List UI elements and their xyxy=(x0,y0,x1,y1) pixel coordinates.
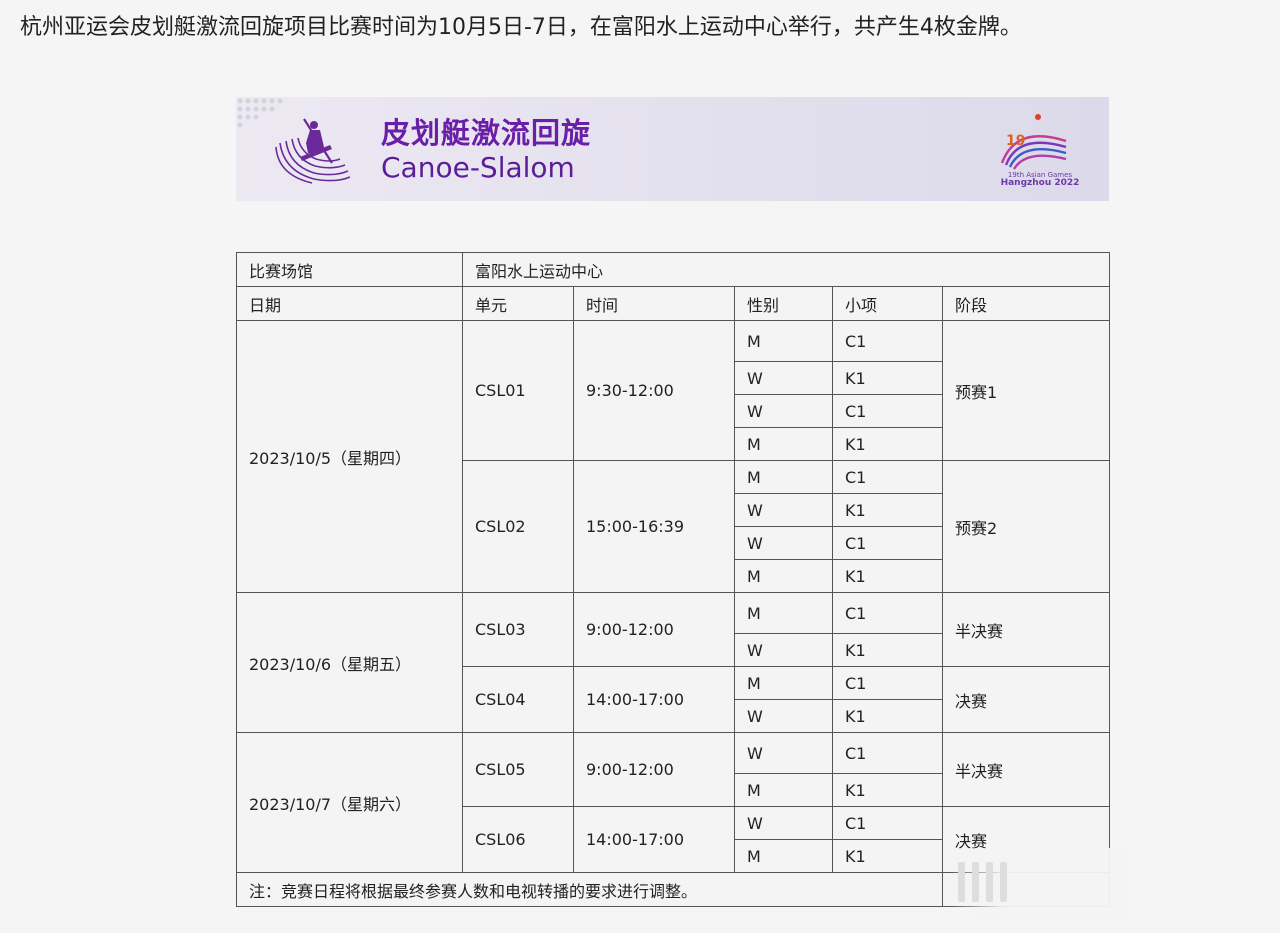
asian-games-logo-icon: 19 xyxy=(1000,114,1067,170)
gender-cell: M xyxy=(734,427,833,461)
watermark-overlay xyxy=(950,848,1130,918)
gender-cell: M xyxy=(734,460,833,494)
schedule-note: 注：竞赛日程将根据最终参赛人数和电视转播的要求进行调整。 xyxy=(236,872,943,907)
event-cell: C1 xyxy=(832,592,943,634)
gender-cell: W xyxy=(734,493,833,527)
table-row: 2023/10/6（星期五） CSL03 9:00-12:00 M C1 半决赛 xyxy=(236,592,1110,733)
banner-title-en: Canoe-Slalom xyxy=(381,151,575,184)
watermark-bar xyxy=(986,862,993,902)
table-row: 2023/10/5（星期四） CSL01 9:30-12:00 M C1 预赛1 xyxy=(236,320,1110,593)
stage-cell: 半决赛 xyxy=(942,732,1110,807)
event-cell: K1 xyxy=(832,427,943,461)
banner-title-zh: 皮划艇激流回旋 xyxy=(381,116,592,150)
gender-cell: M xyxy=(734,320,833,362)
time-cell: 14:00-17:00 xyxy=(573,666,735,733)
event-cell: K1 xyxy=(832,773,943,807)
intro-text: 杭州亚运会皮划艇激流回旋项目比赛时间为10月5日-7日，在富阳水上运动中心举行，… xyxy=(20,15,1022,40)
event-cell: K1 xyxy=(832,633,943,667)
header-row: 日期 单元 时间 性别 小项 阶段 xyxy=(236,286,1110,321)
event-cell: K1 xyxy=(832,699,943,733)
gender-cell: W xyxy=(734,699,833,733)
event-cell: C1 xyxy=(832,666,943,700)
header-stage: 阶段 xyxy=(942,286,1110,321)
event-cell: K1 xyxy=(832,493,943,527)
gender-cell: W xyxy=(734,361,833,395)
venue-value: 富阳水上运动中心 xyxy=(462,252,1110,287)
gender-cell: M xyxy=(734,839,833,873)
unit-cell: CSL05 xyxy=(462,732,574,807)
time-cell: 15:00-16:39 xyxy=(573,460,735,593)
gender-cell: W xyxy=(734,732,833,774)
event-cell: C1 xyxy=(832,394,943,428)
event-cell: C1 xyxy=(832,732,943,774)
date-cell: 2023/10/6（星期五） xyxy=(236,592,463,733)
unit-cell: CSL01 xyxy=(462,320,574,461)
gender-cell: M xyxy=(734,666,833,700)
header-unit: 单元 xyxy=(462,286,574,321)
date-cell: 2023/10/7（星期六） xyxy=(236,732,463,873)
event-cell: K1 xyxy=(832,839,943,873)
header-gender: 性别 xyxy=(734,286,833,321)
stage-cell: 预赛2 xyxy=(942,460,1110,593)
watermark-bar xyxy=(958,862,965,902)
watermark-bar xyxy=(972,862,979,902)
gender-cell: W xyxy=(734,633,833,667)
gender-cell: M xyxy=(734,592,833,634)
asian-games-logo-text: 19th Asian Games Hangzhou 2022 xyxy=(1000,171,1080,188)
header-time: 时间 xyxy=(573,286,735,321)
unit-cell: CSL02 xyxy=(462,460,574,593)
logo-line2: Hangzhou 2022 xyxy=(1000,178,1080,188)
table-row: 2023/10/7（星期六） CSL05 9:00-12:00 W C1 半决赛 xyxy=(236,732,1110,873)
page: 杭州亚运会皮划艇激流回旋项目比赛时间为10月5日-7日，在富阳水上运动中心举行，… xyxy=(0,0,1280,933)
time-cell: 9:00-12:00 xyxy=(573,732,735,807)
event-cell: K1 xyxy=(832,361,943,395)
schedule-table: 比赛场馆 富阳水上运动中心 日期 单元 时间 性别 小项 阶段 2023/10/… xyxy=(236,252,1110,907)
event-cell: C1 xyxy=(832,806,943,840)
gender-cell: M xyxy=(734,773,833,807)
watermark-bar xyxy=(1000,862,1007,902)
time-cell: 9:30-12:00 xyxy=(573,320,735,461)
event-cell: C1 xyxy=(832,526,943,560)
event-cell: C1 xyxy=(832,320,943,362)
venue-row: 比赛场馆 富阳水上运动中心 xyxy=(236,252,1110,287)
gender-cell: W xyxy=(734,526,833,560)
time-cell: 9:00-12:00 xyxy=(573,592,735,667)
gender-cell: M xyxy=(734,559,833,593)
event-cell: C1 xyxy=(832,460,943,494)
date-cell: 2023/10/5（星期四） xyxy=(236,320,463,593)
unit-cell: CSL04 xyxy=(462,666,574,733)
header-event: 小项 xyxy=(832,286,943,321)
stage-cell: 预赛1 xyxy=(942,320,1110,461)
unit-cell: CSL06 xyxy=(462,806,574,873)
event-cell: K1 xyxy=(832,559,943,593)
stage-cell: 决赛 xyxy=(942,666,1110,733)
venue-label: 比赛场馆 xyxy=(236,252,463,287)
stage-cell: 半决赛 xyxy=(942,592,1110,667)
header-date: 日期 xyxy=(236,286,463,321)
time-cell: 14:00-17:00 xyxy=(573,806,735,873)
gender-cell: W xyxy=(734,394,833,428)
gender-cell: W xyxy=(734,806,833,840)
sport-banner: 皮划艇激流回旋 Canoe-Slalom 19 19th Asian Games… xyxy=(236,97,1109,201)
svg-text:19: 19 xyxy=(1006,133,1025,149)
unit-cell: CSL03 xyxy=(462,592,574,667)
canoe-slalom-pictogram-icon xyxy=(275,118,351,184)
